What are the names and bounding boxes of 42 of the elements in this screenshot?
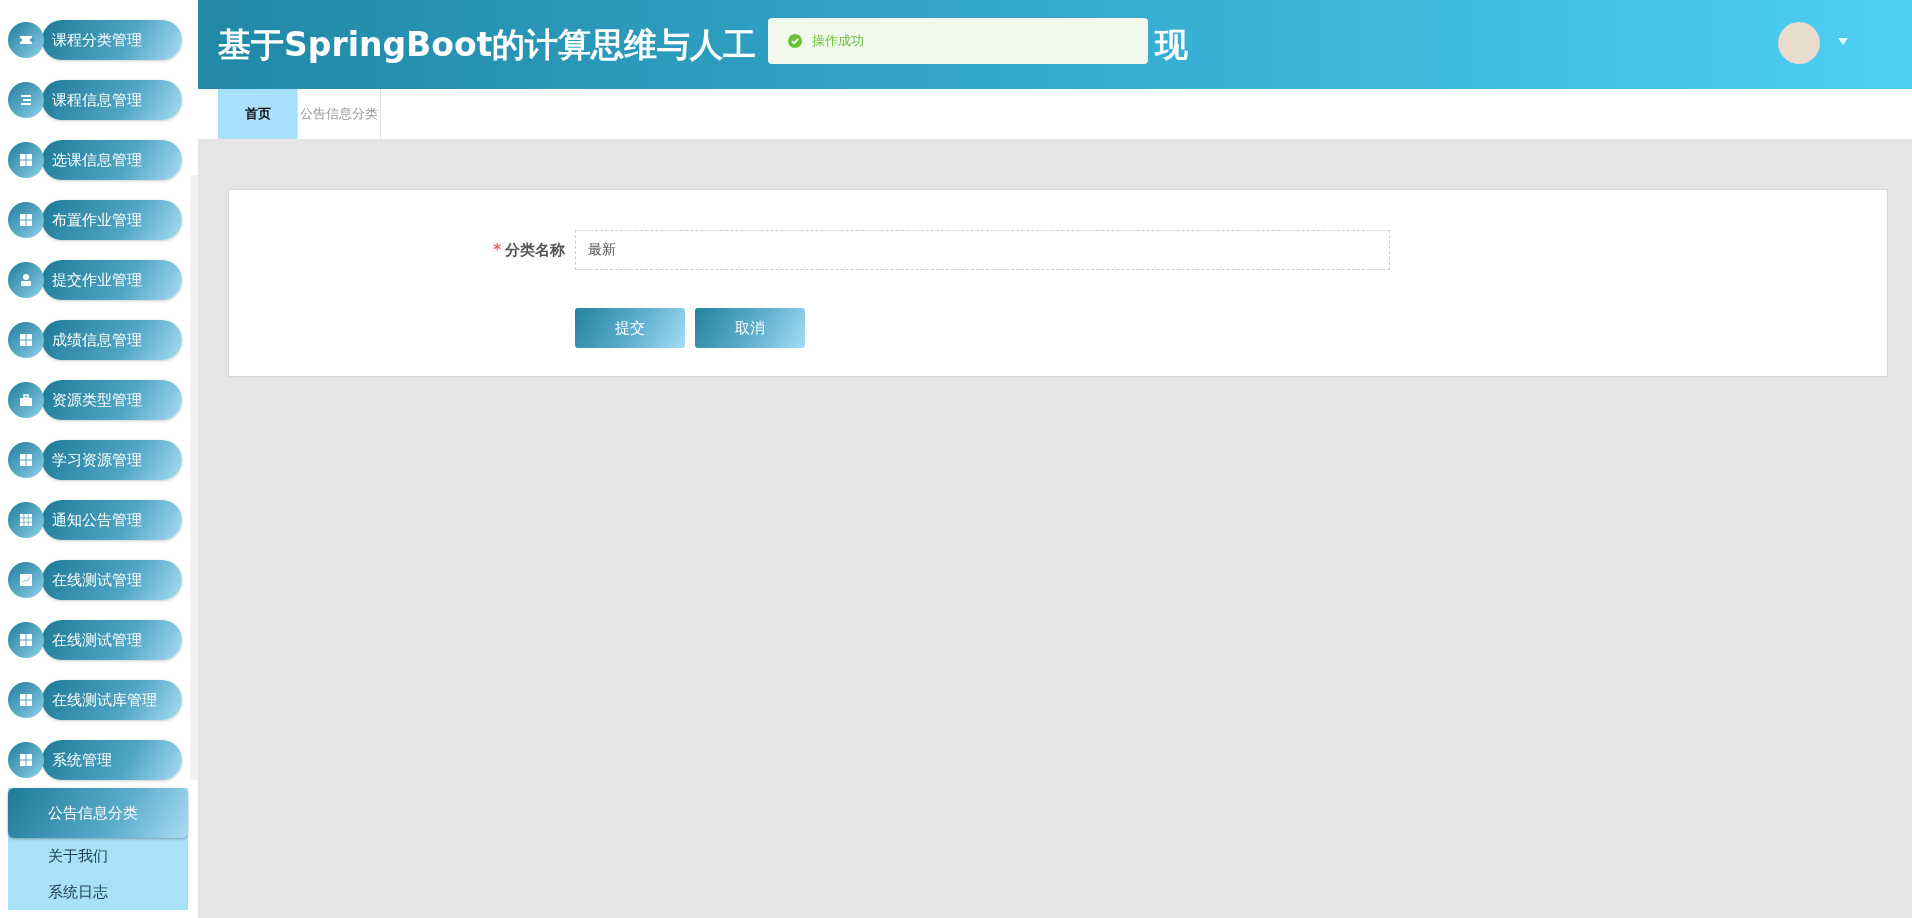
menu-item[interactable]: 课程信息管理: [42, 80, 182, 120]
toast-message: 操作成功: [812, 32, 864, 51]
menu-item[interactable]: 选课信息管理: [42, 140, 182, 180]
field-label: 分类名称: [505, 240, 565, 259]
menu-item[interactable]: 在线测试库管理: [42, 680, 182, 720]
grid-icon: [8, 502, 44, 538]
menu-item[interactable]: 资源类型管理: [42, 380, 182, 420]
menu-item[interactable]: 课程分类管理: [42, 20, 182, 60]
grid-icon: [8, 622, 44, 658]
menu-item[interactable]: 通知公告管理: [42, 500, 182, 540]
person-icon: [8, 262, 44, 298]
page-title: 现: [1155, 23, 1188, 66]
caret-icon[interactable]: [1838, 38, 1848, 45]
menu-item[interactable]: 系统管理: [42, 740, 182, 780]
menu-item[interactable]: 成绩信息管理: [42, 320, 182, 360]
form-button[interactable]: 提交: [575, 308, 685, 348]
grid-icon: [8, 322, 44, 358]
menu-item[interactable]: 在线测试管理: [42, 620, 182, 660]
list-icon: [8, 82, 44, 118]
avatar[interactable]: [1778, 22, 1820, 64]
form-button[interactable]: 取消: [695, 308, 805, 348]
menu-item[interactable]: 布置作业管理: [42, 200, 182, 240]
check-circle-icon: [788, 34, 802, 48]
menu-item[interactable]: 在线测试管理: [42, 560, 182, 600]
menu-item[interactable]: 学习资源管理: [42, 440, 182, 480]
briefcase-icon: [8, 382, 44, 418]
ticket-icon: [8, 22, 44, 58]
required-mark: *: [493, 240, 501, 259]
page-title: 基于SpringBoot的计算思维与人工: [218, 24, 757, 64]
tab[interactable]: 首页: [218, 89, 298, 139]
input-field[interactable]: 最新: [575, 230, 1390, 270]
submenu-item[interactable]: 关于我们: [8, 838, 188, 874]
grid-icon: [8, 202, 44, 238]
chart-icon: [8, 562, 44, 598]
submenu-item[interactable]: 公告信息分类: [8, 788, 188, 838]
grid-icon: [8, 742, 44, 778]
grid-icon: [8, 442, 44, 478]
grid-icon: [8, 682, 44, 718]
submenu-item[interactable]: 系统日志: [8, 874, 188, 910]
tab[interactable]: 公告信息分类: [298, 89, 381, 139]
menu-item[interactable]: 提交作业管理: [42, 260, 182, 300]
grid-icon: [8, 142, 44, 178]
